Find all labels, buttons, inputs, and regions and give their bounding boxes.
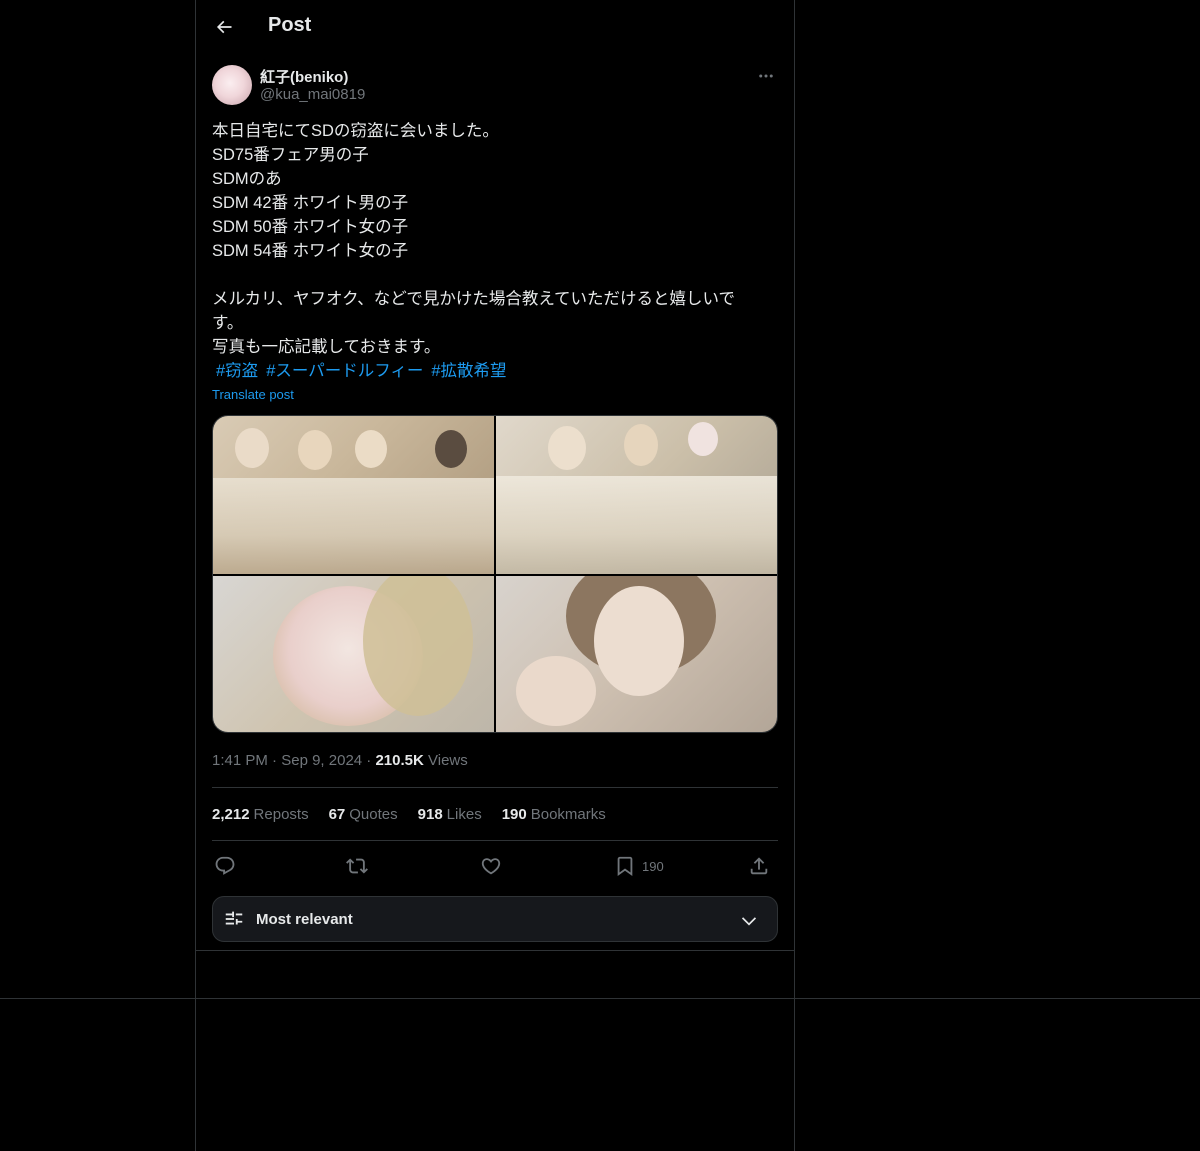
bookmark-icon — [617, 856, 633, 877]
tweet-text: 本日自宅にてSDの窃盗に会いました。 SD75番フェア男の子 SDMのあ SDM… — [212, 122, 736, 356]
bookmarks-count: 190 — [501, 806, 527, 823]
reposts-label: Reposts — [253, 806, 309, 823]
views-count: 210.5K — [375, 752, 424, 769]
media-grid — [212, 415, 778, 733]
doll-head-shape — [355, 430, 387, 468]
doll-hand-shape — [516, 656, 596, 726]
repost-button[interactable] — [346, 852, 368, 880]
quotes-count: 67 — [328, 806, 346, 823]
doll-face-shape — [594, 586, 684, 696]
more-button[interactable] — [754, 64, 778, 88]
bookmarks-label: Bookmarks — [530, 806, 606, 823]
bookmark-count: 190 — [642, 858, 664, 874]
page-title: Post — [268, 14, 312, 36]
hashtag-list: #窃盗 #スーパードルフィー #拡散希望 — [216, 359, 515, 383]
reposts-count: 2,212 — [212, 806, 250, 823]
reposts-stat[interactable]: 2,212 Reposts — [212, 806, 309, 823]
avatar[interactable] — [212, 65, 252, 105]
more-icon — [759, 74, 773, 78]
hashtag-link[interactable]: #拡散希望 — [431, 362, 506, 380]
action-bar: 190 — [212, 852, 778, 880]
doll-dress-shape — [496, 476, 777, 574]
divider — [212, 787, 778, 788]
photo-2[interactable] — [496, 416, 777, 574]
likes-stat[interactable]: 918 Likes — [418, 806, 482, 823]
post-timestamp: 1:41 PM · Sep 9, 2024 · 210.5K Views — [212, 752, 468, 769]
quotes-label: Quotes — [349, 806, 398, 823]
dot-separator: · — [272, 752, 282, 769]
chevron-down-icon — [741, 917, 757, 926]
like-button[interactable] — [480, 852, 502, 880]
author-row: 紅子(beniko) @kua_mai0819 — [212, 64, 778, 108]
doll-head-shape — [624, 424, 658, 466]
doll-head-shape — [298, 430, 332, 470]
bookmarks-stat[interactable]: 190 Bookmarks — [502, 806, 606, 823]
sort-replies-dropdown[interactable]: Most relevant — [212, 896, 778, 942]
repost-icon — [346, 858, 368, 874]
likes-label: Likes — [446, 806, 482, 823]
reply-button[interactable] — [214, 852, 236, 880]
author-handle[interactable]: @kua_mai0819 — [260, 86, 365, 103]
photo-1[interactable] — [213, 416, 494, 574]
sort-label: Most relevant — [256, 911, 353, 928]
hashtag-link[interactable]: #窃盗 — [216, 362, 258, 380]
post-date[interactable]: Sep 9, 2024 — [281, 752, 362, 769]
likes-count: 918 — [417, 806, 443, 823]
post-time[interactable]: 1:41 PM — [212, 752, 268, 769]
share-icon — [750, 857, 768, 875]
doll-head-shape — [235, 428, 269, 468]
share-button[interactable] — [748, 852, 770, 880]
translate-post-link[interactable]: Translate post — [212, 387, 294, 402]
doll-head-shape — [688, 422, 718, 456]
hashtag-link[interactable]: #スーパードルフィー — [266, 362, 423, 380]
doll-dress-shape — [213, 478, 494, 574]
engagement-stats: 2,212 Reposts 67 Quotes 918 Likes 190 Bookma… — [212, 806, 606, 823]
page-divider — [0, 998, 1200, 999]
main-column: Post 紅子(beniko) @kua_mai0819 本日自宅にてSDの窃盗… — [195, 0, 795, 1151]
photo-4[interactable] — [496, 576, 777, 732]
divider — [212, 840, 778, 841]
header-bar: Post — [196, 0, 794, 53]
reply-icon — [215, 856, 235, 875]
sliders-icon — [225, 911, 243, 925]
doll-head-shape — [435, 430, 467, 468]
views-label: Views — [428, 752, 468, 769]
back-arrow-icon — [216, 20, 232, 34]
author-display-name[interactable]: 紅子(beniko) — [260, 66, 348, 87]
like-icon — [481, 858, 501, 875]
divider — [196, 950, 794, 951]
photo-3[interactable] — [213, 576, 494, 732]
back-button[interactable] — [208, 11, 240, 43]
doll-head-shape — [548, 426, 586, 470]
doll-hair-shape — [363, 576, 473, 716]
bookmark-button[interactable]: 190 — [614, 852, 664, 880]
quotes-stat[interactable]: 67 Quotes — [329, 806, 398, 823]
